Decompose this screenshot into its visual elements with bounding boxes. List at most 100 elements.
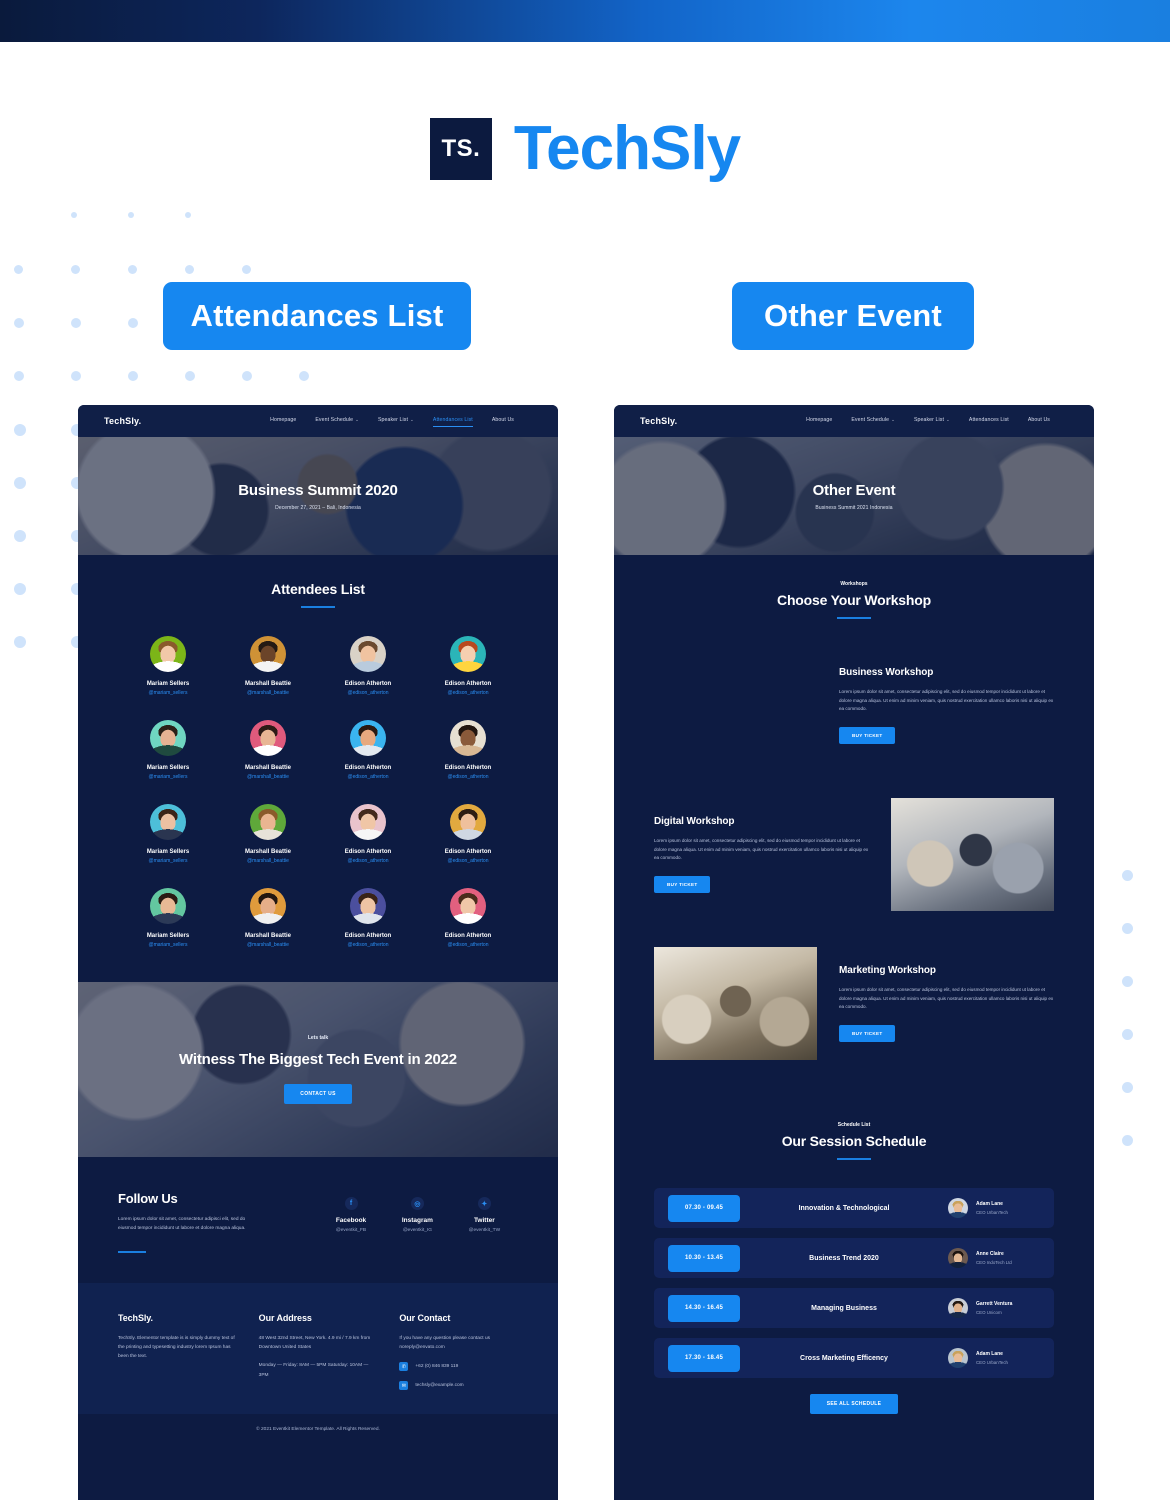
nav-item-event-schedule[interactable]: Event Schedule ⌄ [851,417,895,426]
attendee-handle[interactable]: @mariam_sellers [118,690,218,696]
nav-item-event-schedule[interactable]: Event Schedule ⌄ [315,417,359,426]
social-link[interactable]: ✦ Twitter @eventkit_TW [469,1197,500,1233]
nav-item-label: Event Schedule [851,416,890,423]
schedule-row[interactable]: 10.30 - 13.45 Business Trend 2020 Anne Cla… [654,1238,1054,1278]
attendee-handle[interactable]: @marshall_beattie [218,942,318,948]
attendee-card[interactable]: Mariam Sellers @mariam_sellers [118,636,218,696]
attendee-handle[interactable]: @mariam_sellers [118,774,218,780]
decorative-dot [14,424,26,436]
attendee-handle[interactable]: @edison_atherton [318,942,418,948]
workshop-row: Business Workshop Lorem ipsum dolor sit a… [654,649,1054,762]
attendee-handle[interactable]: @edison_atherton [318,774,418,780]
section-label-other-event[interactable]: Other Event [732,282,974,350]
attendee-handle[interactable]: @edison_atherton [418,774,518,780]
attendee-card[interactable]: Mariam Sellers @mariam_sellers [118,804,218,864]
attendee-handle[interactable]: @edison_atherton [318,690,418,696]
nav-item-homepage[interactable]: Homepage [806,417,832,426]
speaker-name: Adam Lane [976,1201,1003,1207]
attendee-handle[interactable]: @edison_atherton [418,690,518,696]
schedule-list: 07.30 - 09.45 Innovation & Technological A… [614,1160,1094,1454]
nav-item-speaker-list[interactable]: Speaker List ⌄ [378,417,414,426]
attendee-card[interactable]: Edison Atherton @edison_atherton [318,888,418,948]
attendee-handle[interactable]: @marshall_beattie [218,774,318,780]
social-link[interactable]: ◎ Instagram @eventkit_IG [402,1197,433,1233]
see-all-schedule-wrap: SEE ALL SCHEDULE [654,1378,1054,1414]
chevron-down-icon: ⌄ [946,416,950,422]
see-all-schedule-button[interactable]: SEE ALL SCHEDULE [809,1394,899,1414]
attendee-card[interactable]: Marshall Beattie @marshall_beattie [218,888,318,948]
left-navbar: TechSly. Homepage Event Schedule ⌄ Speaker … [78,405,558,437]
contact-us-button[interactable]: CONTACT US [284,1084,352,1105]
buy-ticket-button[interactable]: BUY TICKET [839,727,896,745]
schedule-heading-block: Schedule List Our Session Schedule [614,1096,1094,1160]
footer-phone-row[interactable]: ✆ +62 (0) 846 839 119 [399,1362,518,1372]
buy-ticket-button[interactable]: BUY TICKET [839,1025,896,1043]
avatar [450,804,486,840]
schedule-title: Our Session Schedule [781,1133,927,1149]
footer-brand-title: TechSly. [118,1312,153,1323]
attendee-card[interactable]: Edison Atherton @edison_atherton [318,636,418,696]
attendee-handle[interactable]: @edison_atherton [418,858,518,864]
attendee-card[interactable]: Edison Atherton @edison_atherton [418,636,518,696]
follow-us-title: Follow Us [118,1191,178,1206]
social-link[interactable]: f Facebook @eventkit_FB [336,1197,366,1233]
nav-item-attendances-list[interactable]: Attendances List [432,416,473,427]
nav-logo[interactable]: TechSly. [640,416,677,426]
schedule-row[interactable]: 07.30 - 09.45 Innovation & Technological A… [654,1188,1054,1228]
other-event-page-preview: TechSly. Homepage Event Schedule ⌄ Speaker … [614,405,1094,1500]
attendee-handle[interactable]: @mariam_sellers [118,942,218,948]
avatar [350,636,386,672]
nav-item-homepage[interactable]: Homepage [270,417,296,426]
attendee-name: Edison Atherton [444,765,492,771]
attendee-handle[interactable]: @edison_atherton [318,858,418,864]
attendee-card[interactable]: Edison Atherton @edison_atherton [418,888,518,948]
attendee-handle[interactable]: @marshall_beattie [218,690,318,696]
schedule-topic: Business Trend 2020 [809,1254,879,1262]
section-label-attendances-list[interactable]: Attendances List [163,282,471,350]
attendee-handle[interactable]: @mariam_sellers [118,858,218,864]
workshop-description: Lorem ipsum dolor sit amet, consectetur … [839,986,1054,1010]
avatar [450,888,486,924]
attendee-card[interactable]: Edison Atherton @edison_atherton [418,804,518,864]
follow-us-underline [118,1250,146,1253]
attendee-card[interactable]: Mariam Sellers @mariam_sellers [118,888,218,948]
workshop-row: Marketing Workshop Lorem ipsum dolor sit … [654,947,1054,1060]
speaker-role: CEO Unicorn [976,1310,1002,1315]
speaker-name: Garrett Ventura [976,1301,1013,1307]
nav-item-about-us[interactable]: About Us [1028,417,1050,426]
social-name: Instagram [401,1217,433,1224]
attendee-handle[interactable]: @edison_atherton [418,942,518,948]
attendee-card[interactable]: Edison Atherton @edison_atherton [418,720,518,780]
nav-logo[interactable]: TechSly. [104,416,141,426]
decorative-dot [14,265,23,274]
speaker-name: Adam Lane [976,1351,1003,1357]
nav-item-attendances-list[interactable]: Attendances List [969,417,1009,426]
attendee-handle[interactable]: @marshall_beattie [218,858,318,864]
attendee-card[interactable]: Edison Atherton @edison_atherton [318,804,418,864]
nav-item-speaker-list[interactable]: Speaker List ⌄ [914,417,950,426]
decorative-dot [242,371,252,381]
footer-contact-title: Our Contact [399,1312,451,1323]
avatar [250,804,286,840]
footer-address-line1: 48 West 32nd Street, New York. 4.9 mi / … [258,1335,371,1351]
buy-ticket-button[interactable]: BUY TICKET [654,876,711,894]
footer-phone: +62 (0) 846 839 119 [415,1364,459,1370]
attendee-card[interactable]: Marshall Beattie @marshall_beattie [218,720,318,780]
attendee-name: Edison Atherton [344,933,392,939]
top-gradient-bar [0,0,1170,42]
schedule-row[interactable]: 17.30 - 18.45 Cross Marketing Efficency Ad… [654,1338,1054,1378]
schedule-row[interactable]: 14.30 - 16.45 Managing Business Garrett Ve… [654,1288,1054,1328]
nav-item-about-us[interactable]: About Us [492,417,514,426]
attendee-card[interactable]: Mariam Sellers @mariam_sellers [118,720,218,780]
footer-email-row[interactable]: ✉ techsly@example.com [399,1381,518,1391]
attendee-card[interactable]: Edison Atherton @edison_atherton [318,720,418,780]
schedule-time: 17.30 - 18.45 [668,1344,740,1372]
nav-item-label: Speaker List [377,416,409,423]
attendee-name: Marshall Beattie [244,849,292,855]
attendees-heading-block: Attendees List [78,555,558,608]
nav-item-label: Attendances List [432,416,473,423]
attendee-card[interactable]: Marshall Beattie @marshall_beattie [218,636,318,696]
instagram-icon: ◎ [410,1197,424,1210]
attendee-card[interactable]: Marshall Beattie @marshall_beattie [218,804,318,864]
hero-title: Business Summit 2020 [238,481,398,499]
